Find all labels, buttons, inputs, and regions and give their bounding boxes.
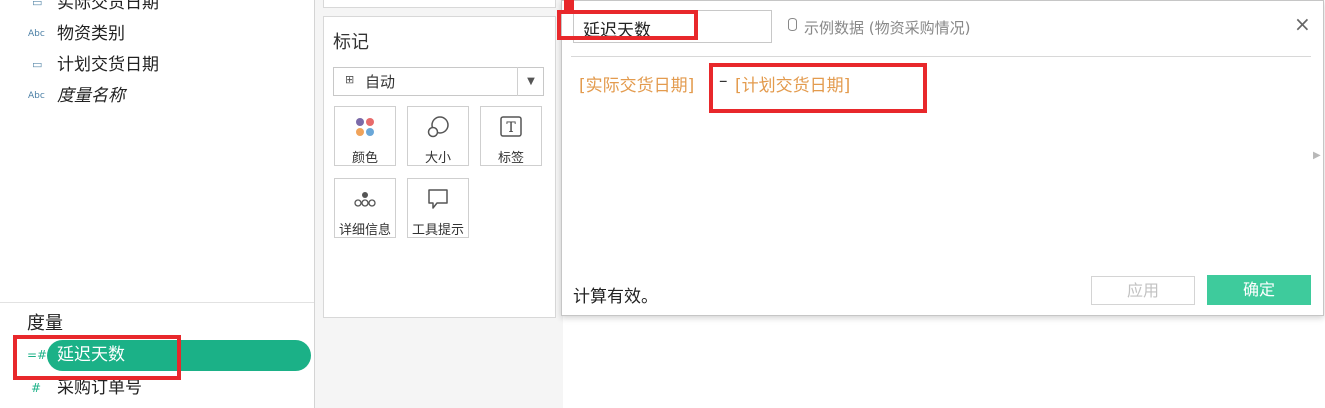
tooltip-button[interactable]: 工具提示 bbox=[407, 178, 469, 238]
field-label: 实际交货日期 bbox=[57, 0, 159, 13]
field-material-category[interactable]: Abc 物资类别 bbox=[0, 19, 314, 49]
auto-mark-icon: ⊞ bbox=[345, 73, 355, 86]
calendar-icon: ▭ bbox=[32, 58, 43, 71]
calculation-status: 计算有效。 bbox=[573, 287, 658, 307]
mark-type-value: 自动 bbox=[365, 73, 396, 91]
apply-button[interactable]: 应用 bbox=[1091, 276, 1195, 305]
calendar-icon: ▭ bbox=[32, 0, 43, 9]
field-actual-delivery-date[interactable]: ▭ 实际交货日期 bbox=[0, 0, 314, 18]
label-button-label: 标签 bbox=[497, 151, 524, 166]
annotation-box-tab bbox=[564, 0, 574, 14]
color-dots-icon bbox=[335, 115, 395, 139]
shelf-card bbox=[323, 0, 556, 8]
detail-button-label: 详细信息 bbox=[338, 223, 391, 238]
field-measure-names[interactable]: Abc 度量名称 bbox=[0, 81, 314, 111]
text-label-icon: T bbox=[481, 115, 541, 139]
size-button[interactable]: 大小 bbox=[407, 106, 469, 166]
abc-icon: Abc bbox=[28, 29, 45, 39]
svg-text:T: T bbox=[506, 120, 516, 136]
marks-card bbox=[323, 16, 556, 318]
color-button[interactable]: 颜色 bbox=[334, 106, 396, 166]
formula-field-actual-delivery-date: [实际交货日期] bbox=[579, 76, 695, 96]
annotation-box bbox=[13, 335, 181, 380]
annotation-box bbox=[557, 10, 698, 40]
marks-card-title: 标记 bbox=[333, 32, 369, 53]
size-circles-icon bbox=[408, 115, 468, 139]
section-divider bbox=[0, 302, 314, 303]
field-label: 物资类别 bbox=[57, 24, 125, 44]
measures-section-title: 度量 bbox=[27, 313, 63, 334]
detail-dots-icon bbox=[335, 187, 395, 211]
ok-button[interactable]: 确定 bbox=[1207, 275, 1311, 305]
tooltip-bubble-icon bbox=[408, 187, 468, 211]
color-button-label: 颜色 bbox=[351, 151, 378, 166]
close-icon[interactable]: × bbox=[1294, 13, 1311, 35]
datasource-label: 示例数据 (物资采购情况) bbox=[804, 19, 971, 37]
detail-button[interactable]: 详细信息 bbox=[334, 178, 396, 238]
field-label: 计划交货日期 bbox=[57, 55, 159, 75]
chevron-down-icon[interactable]: ▼ bbox=[517, 67, 544, 96]
field-planned-delivery-date[interactable]: ▭ 计划交货日期 bbox=[0, 50, 314, 80]
database-icon bbox=[788, 18, 797, 31]
field-label: 度量名称 bbox=[57, 86, 125, 106]
dialog-divider bbox=[571, 56, 1311, 57]
label-button[interactable]: T 标签 bbox=[480, 106, 542, 166]
expand-arrow-icon[interactable]: ▶ bbox=[1313, 150, 1321, 161]
tooltip-button-label: 工具提示 bbox=[411, 223, 464, 238]
size-button-label: 大小 bbox=[424, 151, 451, 166]
abc-icon: Abc bbox=[28, 91, 45, 101]
annotation-box bbox=[709, 63, 927, 113]
